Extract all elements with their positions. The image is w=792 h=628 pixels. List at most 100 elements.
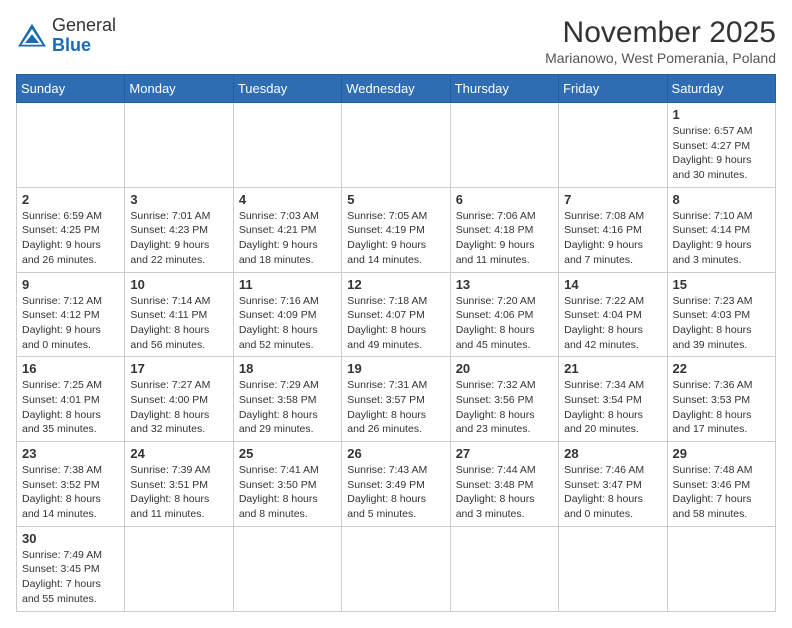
day-info: Sunrise: 7:46 AM Sunset: 3:47 PM Dayligh…	[564, 463, 661, 522]
calendar-cell: 6 Sunrise: 7:06 AM Sunset: 4:18 PM Daylig…	[450, 187, 558, 272]
calendar-cell: 7 Sunrise: 7:08 AM Sunset: 4:16 PM Daylig…	[559, 187, 667, 272]
day-info: Sunrise: 7:08 AM Sunset: 4:16 PM Dayligh…	[564, 209, 661, 268]
day-info: Sunrise: 7:01 AM Sunset: 4:23 PM Dayligh…	[130, 209, 227, 268]
day-info: Sunrise: 7:22 AM Sunset: 4:04 PM Dayligh…	[564, 294, 661, 353]
calendar-cell: 14 Sunrise: 7:22 AM Sunset: 4:04 PM Dayli…	[559, 272, 667, 357]
day-info: Sunrise: 7:25 AM Sunset: 4:01 PM Dayligh…	[22, 378, 119, 437]
calendar-cell: 18 Sunrise: 7:29 AM Sunset: 3:58 PM Dayli…	[233, 357, 341, 442]
calendar-cell	[667, 526, 775, 611]
day-info: Sunrise: 7:27 AM Sunset: 4:00 PM Dayligh…	[130, 378, 227, 437]
logo-blue-text: Blue	[52, 35, 91, 55]
day-info: Sunrise: 7:31 AM Sunset: 3:57 PM Dayligh…	[347, 378, 444, 437]
day-header-thursday: Thursday	[450, 75, 558, 103]
day-number: 19	[347, 361, 444, 376]
calendar-cell: 28 Sunrise: 7:46 AM Sunset: 3:47 PM Dayli…	[559, 442, 667, 527]
day-number: 10	[130, 277, 227, 292]
logo-icon	[16, 22, 48, 50]
day-number: 27	[456, 446, 553, 461]
day-number: 14	[564, 277, 661, 292]
day-number: 24	[130, 446, 227, 461]
day-number: 2	[22, 192, 119, 207]
calendar-cell: 26Sunrise: 7:43 AM Sunset: 3:49 PM Dayli…	[342, 442, 450, 527]
calendar-cell	[125, 103, 233, 188]
day-number: 28	[564, 446, 661, 461]
calendar-cell: 19 Sunrise: 7:31 AM Sunset: 3:57 PM Dayli…	[342, 357, 450, 442]
week-row-2: 2 Sunrise: 6:59 AM Sunset: 4:25 PM Daylig…	[17, 187, 776, 272]
day-info: Sunrise: 7:20 AM Sunset: 4:06 PM Dayligh…	[456, 294, 553, 353]
calendar-cell: 23Sunrise: 7:38 AM Sunset: 3:52 PM Dayli…	[17, 442, 125, 527]
calendar-cell: 12 Sunrise: 7:18 AM Sunset: 4:07 PM Dayli…	[342, 272, 450, 357]
day-info: Sunrise: 7:29 AM Sunset: 3:58 PM Dayligh…	[239, 378, 336, 437]
week-row-3: 9Sunrise: 7:12 AM Sunset: 4:12 PM Daylig…	[17, 272, 776, 357]
day-number: 9	[22, 277, 119, 292]
calendar: SundayMondayTuesdayWednesdayThursdayFrid…	[16, 74, 776, 612]
day-number: 1	[673, 107, 770, 122]
day-number: 7	[564, 192, 661, 207]
calendar-cell	[17, 103, 125, 188]
day-info: Sunrise: 7:41 AM Sunset: 3:50 PM Dayligh…	[239, 463, 336, 522]
day-header-monday: Monday	[125, 75, 233, 103]
calendar-cell: 24Sunrise: 7:39 AM Sunset: 3:51 PM Dayli…	[125, 442, 233, 527]
location-subtitle: Marianowo, West Pomerania, Poland	[545, 50, 776, 66]
day-info: Sunrise: 6:59 AM Sunset: 4:25 PM Dayligh…	[22, 209, 119, 268]
day-number: 29	[673, 446, 770, 461]
day-number: 23	[22, 446, 119, 461]
calendar-cell: 11Sunrise: 7:16 AM Sunset: 4:09 PM Dayli…	[233, 272, 341, 357]
calendar-cell	[342, 103, 450, 188]
day-number: 21	[564, 361, 661, 376]
day-info: Sunrise: 7:03 AM Sunset: 4:21 PM Dayligh…	[239, 209, 336, 268]
calendar-cell: 27 Sunrise: 7:44 AM Sunset: 3:48 PM Dayli…	[450, 442, 558, 527]
day-number: 18	[239, 361, 336, 376]
day-info: Sunrise: 7:32 AM Sunset: 3:56 PM Dayligh…	[456, 378, 553, 437]
calendar-cell	[342, 526, 450, 611]
day-info: Sunrise: 7:23 AM Sunset: 4:03 PM Dayligh…	[673, 294, 770, 353]
day-info: Sunrise: 7:49 AM Sunset: 3:45 PM Dayligh…	[22, 548, 119, 607]
day-header-saturday: Saturday	[667, 75, 775, 103]
day-info: Sunrise: 7:06 AM Sunset: 4:18 PM Dayligh…	[456, 209, 553, 268]
calendar-cell: 1Sunrise: 6:57 AM Sunset: 4:27 PM Daylig…	[667, 103, 775, 188]
calendar-cell: 29Sunrise: 7:48 AM Sunset: 3:46 PM Dayli…	[667, 442, 775, 527]
day-number: 15	[673, 277, 770, 292]
day-number: 16	[22, 361, 119, 376]
day-info: Sunrise: 7:14 AM Sunset: 4:11 PM Dayligh…	[130, 294, 227, 353]
day-number: 25	[239, 446, 336, 461]
day-number: 5	[347, 192, 444, 207]
day-header-sunday: Sunday	[17, 75, 125, 103]
day-info: Sunrise: 7:44 AM Sunset: 3:48 PM Dayligh…	[456, 463, 553, 522]
calendar-cell	[559, 103, 667, 188]
day-number: 22	[673, 361, 770, 376]
calendar-cell	[233, 103, 341, 188]
day-header-wednesday: Wednesday	[342, 75, 450, 103]
day-info: Sunrise: 7:10 AM Sunset: 4:14 PM Dayligh…	[673, 209, 770, 268]
title-section: November 2025 Marianowo, West Pomerania,…	[545, 16, 776, 66]
calendar-cell	[450, 526, 558, 611]
calendar-cell: 9Sunrise: 7:12 AM Sunset: 4:12 PM Daylig…	[17, 272, 125, 357]
calendar-cell: 8 Sunrise: 7:10 AM Sunset: 4:14 PM Daylig…	[667, 187, 775, 272]
calendar-cell	[450, 103, 558, 188]
day-info: Sunrise: 7:16 AM Sunset: 4:09 PM Dayligh…	[239, 294, 336, 353]
calendar-cell: 25 Sunrise: 7:41 AM Sunset: 3:50 PM Dayli…	[233, 442, 341, 527]
day-info: Sunrise: 7:18 AM Sunset: 4:07 PM Dayligh…	[347, 294, 444, 353]
day-number: 12	[347, 277, 444, 292]
calendar-cell: 5 Sunrise: 7:05 AM Sunset: 4:19 PM Daylig…	[342, 187, 450, 272]
header-row: SundayMondayTuesdayWednesdayThursdayFrid…	[17, 75, 776, 103]
day-number: 30	[22, 531, 119, 546]
calendar-cell	[233, 526, 341, 611]
calendar-cell: 22Sunrise: 7:36 AM Sunset: 3:53 PM Dayli…	[667, 357, 775, 442]
calendar-cell: 30 Sunrise: 7:49 AM Sunset: 3:45 PM Dayli…	[17, 526, 125, 611]
day-number: 3	[130, 192, 227, 207]
calendar-cell: 10 Sunrise: 7:14 AM Sunset: 4:11 PM Dayli…	[125, 272, 233, 357]
day-number: 4	[239, 192, 336, 207]
day-number: 6	[456, 192, 553, 207]
day-info: Sunrise: 7:34 AM Sunset: 3:54 PM Dayligh…	[564, 378, 661, 437]
week-row-5: 23Sunrise: 7:38 AM Sunset: 3:52 PM Dayli…	[17, 442, 776, 527]
calendar-cell: 3 Sunrise: 7:01 AM Sunset: 4:23 PM Daylig…	[125, 187, 233, 272]
week-row-4: 16 Sunrise: 7:25 AM Sunset: 4:01 PM Dayli…	[17, 357, 776, 442]
day-info: Sunrise: 7:05 AM Sunset: 4:19 PM Dayligh…	[347, 209, 444, 268]
calendar-cell: 15 Sunrise: 7:23 AM Sunset: 4:03 PM Dayli…	[667, 272, 775, 357]
calendar-cell: 17Sunrise: 7:27 AM Sunset: 4:00 PM Dayli…	[125, 357, 233, 442]
day-number: 13	[456, 277, 553, 292]
calendar-cell	[125, 526, 233, 611]
day-number: 8	[673, 192, 770, 207]
day-header-friday: Friday	[559, 75, 667, 103]
